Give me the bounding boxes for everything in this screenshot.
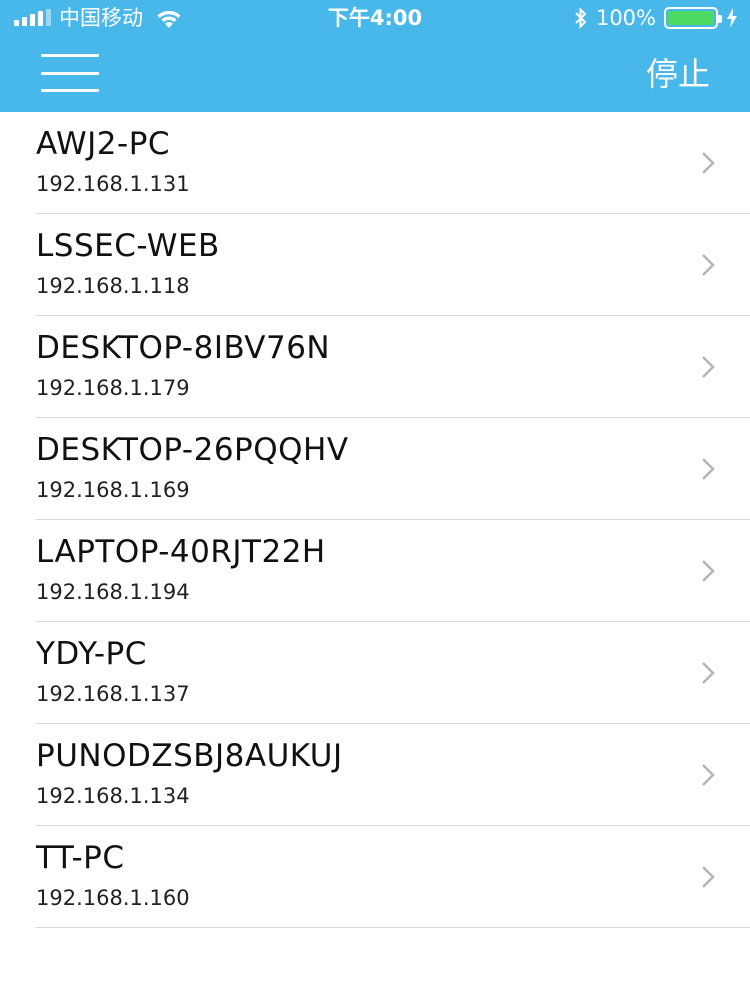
device-ip: 192.168.1.137 bbox=[36, 682, 190, 706]
chevron-right-icon bbox=[702, 764, 715, 786]
charging-bolt-icon bbox=[727, 8, 737, 28]
device-row[interactable]: DESKTOP-26PQQHV 192.168.1.169 bbox=[36, 418, 750, 520]
menu-line bbox=[41, 54, 99, 57]
device-row[interactable]: LAPTOP-40RJT22H 192.168.1.194 bbox=[36, 520, 750, 622]
status-right: 100% bbox=[574, 0, 738, 36]
menu-line bbox=[41, 71, 99, 75]
device-ip: 192.168.1.118 bbox=[36, 274, 190, 298]
device-ip: 192.168.1.134 bbox=[36, 784, 190, 808]
device-name: DESKTOP-26PQQHV bbox=[36, 432, 349, 468]
device-ip: 192.168.1.179 bbox=[36, 376, 190, 400]
device-ip: 192.168.1.194 bbox=[36, 580, 190, 604]
device-list: AWJ2-PC 192.168.1.131 LSSEC-WEB 192.168.1.1… bbox=[0, 112, 750, 928]
battery-cap bbox=[718, 15, 722, 23]
hamburger-menu-icon[interactable] bbox=[38, 50, 102, 96]
device-name: LSSEC-WEB bbox=[36, 228, 220, 264]
chevron-right-icon bbox=[702, 866, 715, 888]
chevron-right-icon bbox=[702, 356, 715, 378]
battery-percent: 100% bbox=[595, 6, 656, 30]
device-row[interactable]: DESKTOP-8IBV76N 192.168.1.179 bbox=[36, 316, 750, 418]
device-name: AWJ2-PC bbox=[36, 126, 171, 162]
device-name: YDY-PC bbox=[36, 636, 147, 672]
chevron-right-icon bbox=[702, 560, 715, 582]
device-row[interactable]: PUNODZSBJ8AUKUJ 192.168.1.134 bbox=[36, 724, 750, 826]
chevron-right-icon bbox=[702, 152, 715, 174]
bluetooth-icon bbox=[575, 7, 587, 29]
device-row[interactable]: TT-PC 192.168.1.160 bbox=[36, 826, 750, 928]
device-ip: 192.168.1.131 bbox=[36, 172, 190, 196]
device-name: PUNODZSBJ8AUKUJ bbox=[36, 738, 343, 774]
stop-button[interactable]: 停止 bbox=[646, 54, 710, 94]
top-bar: 中国移动 下午4:00 100% 停止 bbox=[0, 0, 750, 112]
device-row[interactable]: LSSEC-WEB 192.168.1.118 bbox=[36, 214, 750, 316]
status-bar: 中国移动 下午4:00 100% bbox=[0, 0, 750, 36]
battery-icon bbox=[664, 7, 722, 29]
chevron-right-icon bbox=[702, 662, 715, 684]
menu-line bbox=[41, 89, 99, 92]
device-row[interactable]: YDY-PC 192.168.1.137 bbox=[36, 622, 750, 724]
chevron-right-icon bbox=[702, 254, 715, 276]
device-name: DESKTOP-8IBV76N bbox=[36, 330, 331, 366]
battery-level-fill bbox=[668, 11, 714, 25]
device-name: LAPTOP-40RJT22H bbox=[36, 534, 326, 570]
device-name: TT-PC bbox=[36, 840, 125, 876]
chevron-right-icon bbox=[702, 458, 715, 480]
device-row[interactable]: AWJ2-PC 192.168.1.131 bbox=[36, 112, 750, 214]
device-ip: 192.168.1.169 bbox=[36, 478, 190, 502]
device-ip: 192.168.1.160 bbox=[36, 886, 190, 910]
